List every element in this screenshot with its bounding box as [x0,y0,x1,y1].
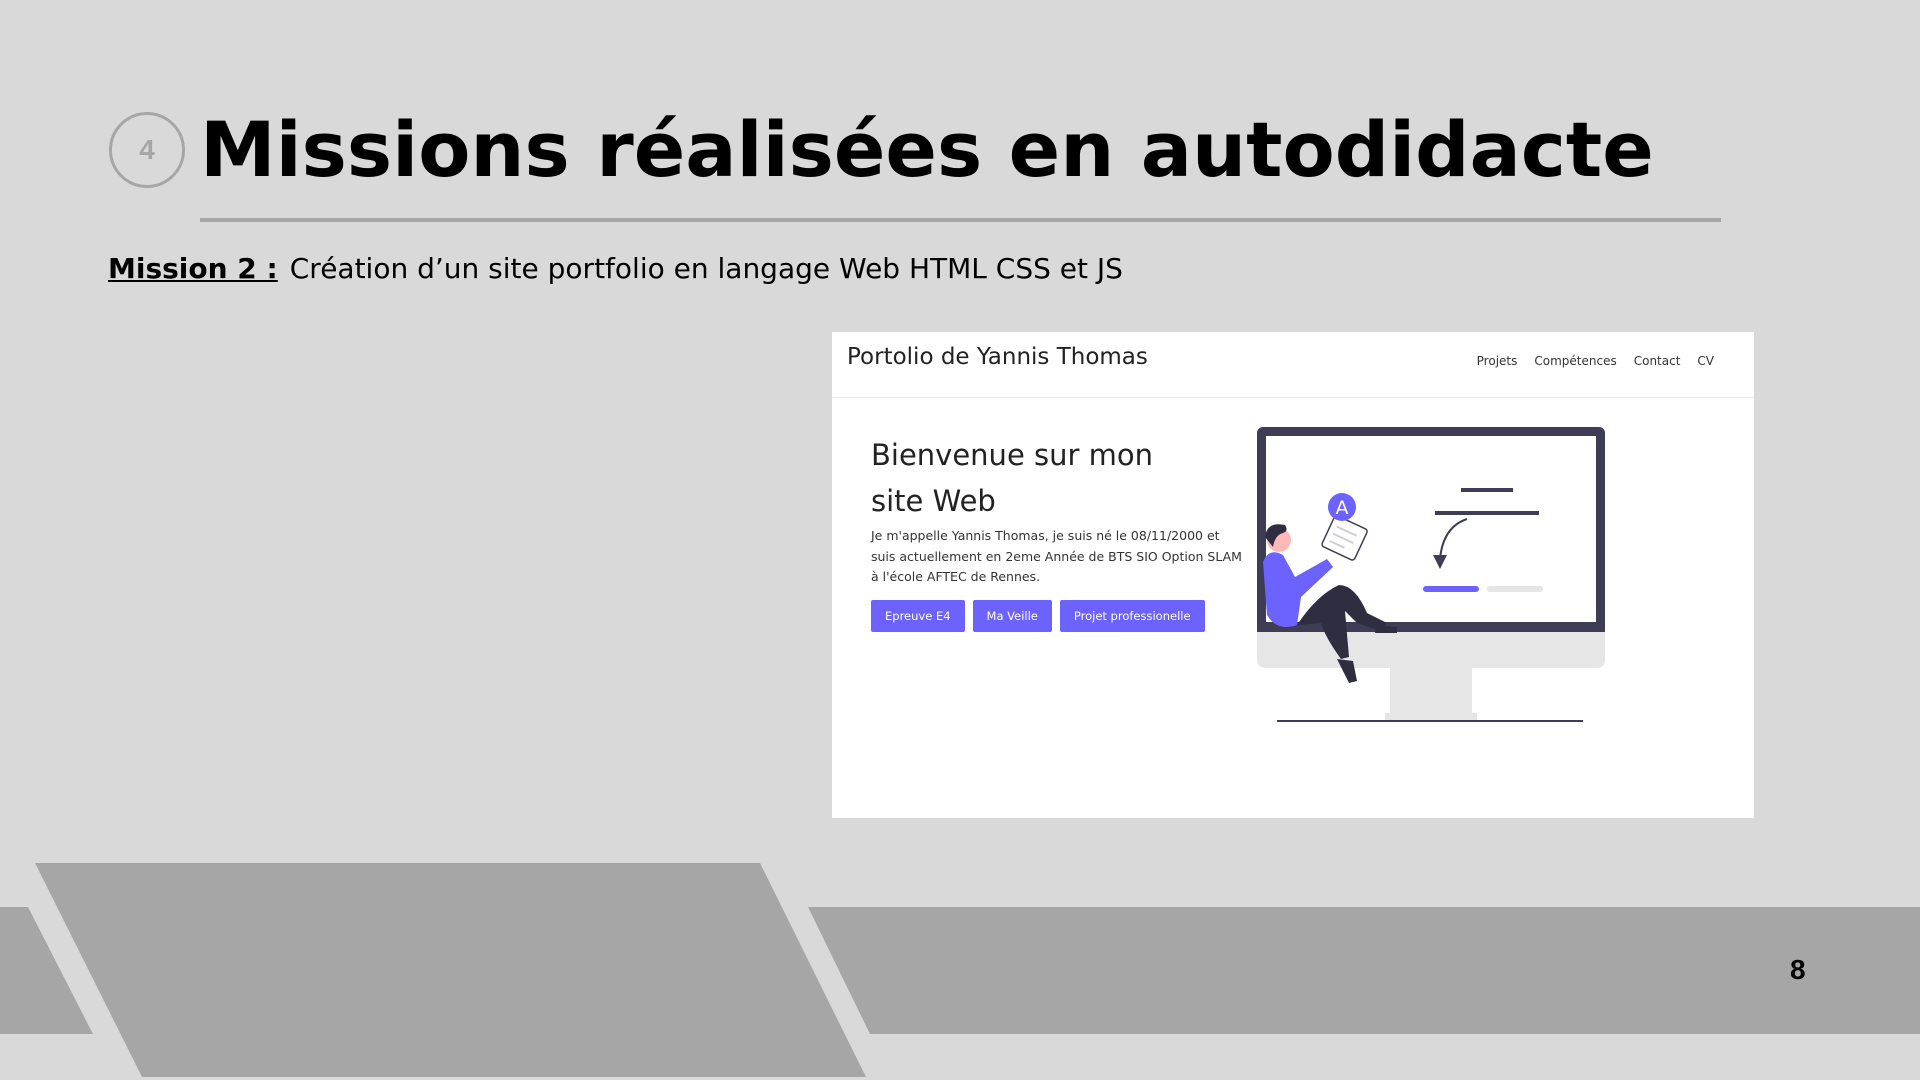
nav-link-projets[interactable]: Projets [1477,354,1518,368]
monitor-stand [1390,668,1472,716]
progress-bar-fill [1423,586,1479,592]
slide-title: Missions réalisées en autodidacte [200,105,1654,194]
monitor-screen [1266,436,1596,622]
website-screenshot: Portolio de Yannis Thomas Projets Compét… [832,332,1754,818]
mission-text: Création d’un site portfolio en langage … [289,252,1123,285]
ma-veille-button[interactable]: Ma Veille [972,600,1052,632]
nav-link-cv[interactable]: CV [1697,354,1714,368]
projet-professionelle-button[interactable]: Projet professionelle [1059,600,1205,632]
mission-label: Mission 2 : [108,252,278,285]
site-brand[interactable]: Portolio de Yannis Thomas [847,344,1148,370]
bottom-band-right [808,907,1920,1034]
monitor-stand-base [1385,713,1477,720]
section-number-badge: 4 [109,112,185,188]
hero-buttons: Epreuve E4 Ma Veille Projet professionel… [871,600,1205,632]
site-nav: Projets Compétences Contact CV [1477,354,1714,368]
hero-title: Bienvenue sur mon site Web [871,438,1153,518]
site-header: Portolio de Yannis Thomas Projets Compét… [832,332,1754,398]
hero-text: Je m'appelle Yannis Thomas, je suis né l… [871,528,1242,584]
page-number: 8 [1790,954,1806,985]
mission-description: Mission 2 : Création d’un site portfolio … [108,252,1123,285]
monitor-chin [1257,632,1605,668]
nav-link-contact[interactable]: Contact [1634,354,1681,368]
title-divider [200,218,1721,222]
hero-illustration: A [1257,427,1605,722]
nav-link-competences[interactable]: Compétences [1534,354,1616,368]
bottom-parallelogram [35,863,866,1077]
screen-line-long [1435,511,1539,515]
progress-bar-track [1487,586,1543,592]
screen-line-short [1461,488,1513,492]
letter-badge-text: A [1336,497,1349,519]
epreuve-e4-button[interactable]: Epreuve E4 [871,600,965,632]
section-number: 4 [139,134,155,165]
